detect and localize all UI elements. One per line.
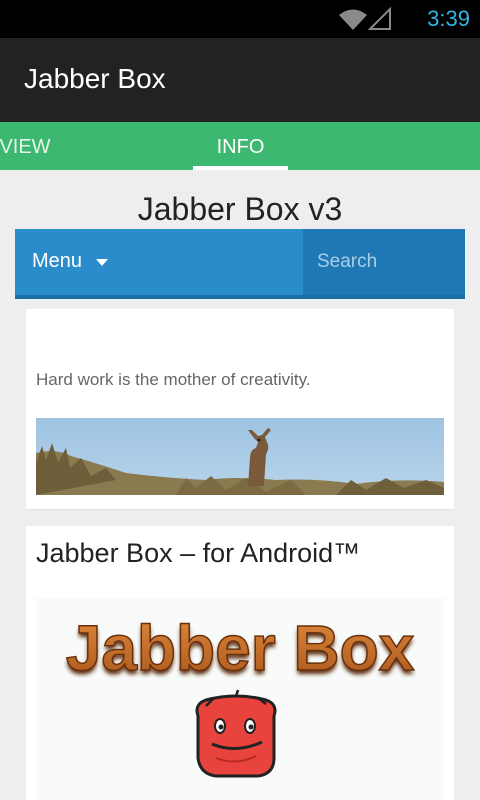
- tab-info[interactable]: INFO: [193, 122, 288, 170]
- quote-card: Hard work is the mother of creativity.: [26, 309, 454, 509]
- caret-down-icon: [96, 259, 108, 266]
- deer-banner-image: [36, 418, 444, 495]
- tab-bar: VIEW INFO: [0, 122, 480, 170]
- clock: 3:39: [427, 6, 470, 31]
- menu-button[interactable]: Menu: [15, 229, 303, 295]
- app-title: Jabber Box: [24, 63, 166, 94]
- tab-view[interactable]: VIEW: [0, 122, 80, 170]
- post-card: Jabber Box – for Android™ Jabber Box Jab…: [26, 526, 454, 800]
- jabber-box-logo: Jabber Box Jabber Box: [36, 598, 444, 800]
- action-bar: Jabber Box: [0, 38, 480, 122]
- status-bar: 3:39: [0, 0, 480, 38]
- site-title: Jabber Box v3: [137, 191, 343, 227]
- quote-text: Hard work is the mother of creativity.: [36, 370, 311, 389]
- post-title[interactable]: Jabber Box – for Android™: [36, 536, 360, 570]
- site-nav-bar: Menu: [15, 229, 465, 299]
- wifi-icon: [339, 9, 367, 30]
- webview-content[interactable]: Jabber Box v3 Menu Hard work is the moth…: [0, 170, 480, 800]
- menu-label: Menu: [32, 250, 83, 272]
- logo-text: Jabber Box: [66, 612, 415, 684]
- mascot-icon: [195, 689, 277, 778]
- search-input[interactable]: [303, 229, 465, 295]
- signal-icon: [368, 7, 391, 30]
